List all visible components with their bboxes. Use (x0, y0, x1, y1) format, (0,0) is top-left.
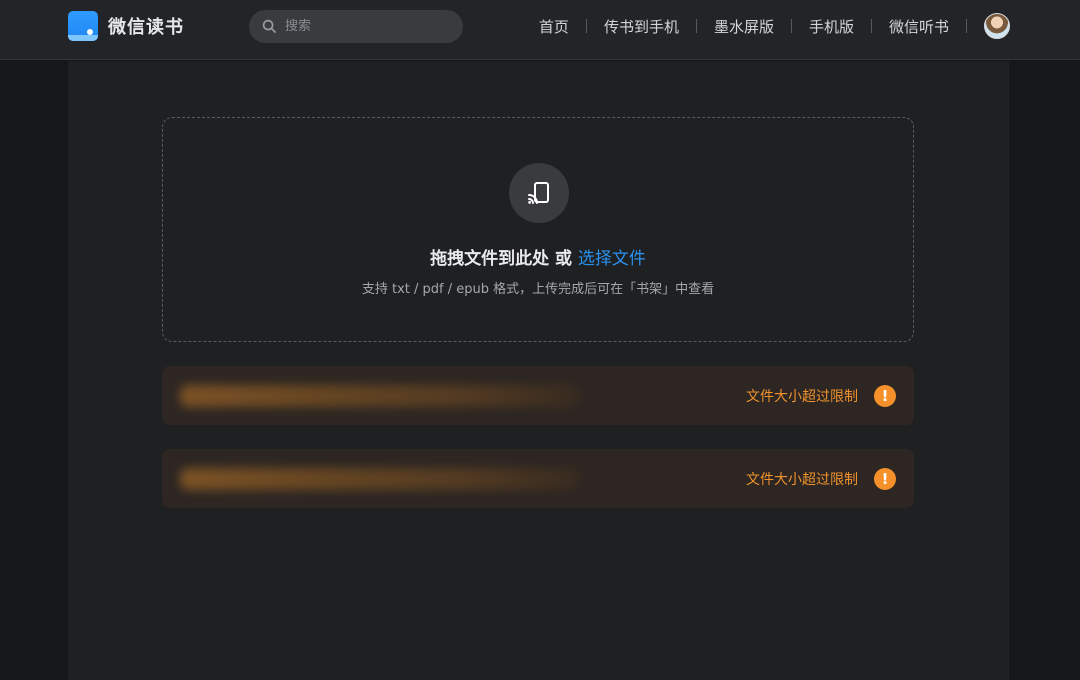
warning-icon: ! (874, 467, 896, 490)
file-status: 文件大小超过限制 (746, 471, 858, 488)
nav-divider (695, 19, 697, 33)
upload-title-text: 拖拽文件到此处 或 (430, 249, 578, 269)
user-avatar[interactable] (984, 13, 1010, 39)
file-status: 文件大小超过限制 (746, 388, 858, 405)
nav-listen[interactable]: 微信听书 (889, 16, 949, 37)
logo-icon (68, 11, 98, 41)
main-content: 拖拽文件到此处 或 选择文件 支持 txt / pdf / epub 格式，上传… (68, 61, 1009, 680)
main-nav: 首页 传书到手机 墨水屏版 手机版 微信听书 (539, 0, 1010, 52)
warning-icon: ! (874, 384, 896, 407)
file-row: 文件大小超过限制 ! (162, 449, 914, 508)
search-input[interactable] (283, 18, 457, 35)
nav-divider (870, 19, 872, 33)
search-icon (262, 19, 276, 33)
nav-eink[interactable]: 墨水屏版 (714, 16, 774, 37)
logo-text: 微信读书 (108, 17, 184, 38)
cast-icon (509, 163, 569, 223)
file-row: 文件大小超过限制 ! (162, 366, 914, 425)
file-name-blurred (180, 384, 580, 407)
nav-divider (966, 19, 967, 33)
nav-divider (790, 19, 792, 33)
upload-dropzone[interactable]: 拖拽文件到此处 或 选择文件 支持 txt / pdf / epub 格式，上传… (162, 117, 914, 342)
upload-subtitle: 支持 txt / pdf / epub 格式，上传完成后可在「书架」中查看 (361, 282, 715, 297)
file-name-blurred (180, 467, 580, 490)
top-bar: 微信读书 首页 传书到手机 墨水屏版 手机版 微信听书 (0, 0, 1080, 60)
nav-send-to-phone[interactable]: 传书到手机 (604, 16, 679, 37)
nav-mobile[interactable]: 手机版 (809, 16, 854, 37)
upload-title: 拖拽文件到此处 或 选择文件 (163, 244, 913, 269)
search-box[interactable] (249, 10, 463, 43)
choose-file-link[interactable]: 选择文件 (578, 249, 646, 269)
nav-divider (585, 19, 587, 33)
logo[interactable]: 微信读书 (68, 11, 184, 41)
nav-home[interactable]: 首页 (539, 16, 569, 37)
